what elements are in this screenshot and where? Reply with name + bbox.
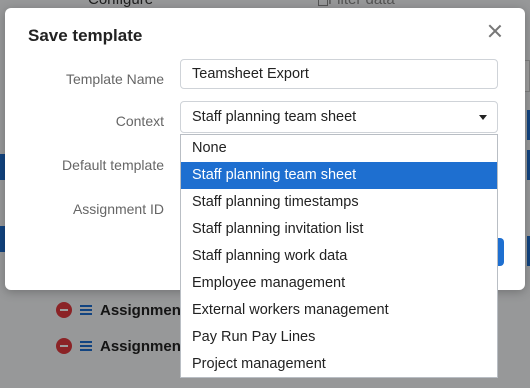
close-icon[interactable]: [486, 22, 504, 40]
dropdown-option[interactable]: Staff planning timestamps: [181, 189, 497, 216]
dropdown-option-selected[interactable]: Staff planning team sheet: [181, 162, 497, 189]
context-select[interactable]: Staff planning team sheet: [180, 101, 498, 133]
template-name-label: Template Name: [65, 71, 164, 87]
caret-down-icon: [479, 115, 487, 120]
assignment-id-label: Assignment ID: [72, 201, 164, 217]
default-template-label: Default template: [62, 157, 164, 173]
dropdown-option[interactable]: Project management: [181, 351, 497, 378]
context-select-value: Staff planning team sheet: [192, 109, 357, 125]
dialog-title: Save template: [28, 26, 143, 45]
dropdown-option[interactable]: Pay Run Pay Lines: [181, 324, 497, 351]
dropdown-option[interactable]: None: [181, 135, 497, 162]
context-dropdown-list: None Staff planning team sheet Staff pla…: [180, 134, 498, 378]
context-label: Context: [115, 113, 164, 129]
dropdown-option[interactable]: Staff planning work data: [181, 243, 497, 270]
template-name-input[interactable]: [180, 59, 498, 89]
dropdown-option[interactable]: External workers management: [181, 297, 497, 324]
save-button-edge[interactable]: [498, 238, 504, 266]
dropdown-option[interactable]: Staff planning invitation list: [181, 216, 497, 243]
dropdown-option[interactable]: Employee management: [181, 270, 497, 297]
